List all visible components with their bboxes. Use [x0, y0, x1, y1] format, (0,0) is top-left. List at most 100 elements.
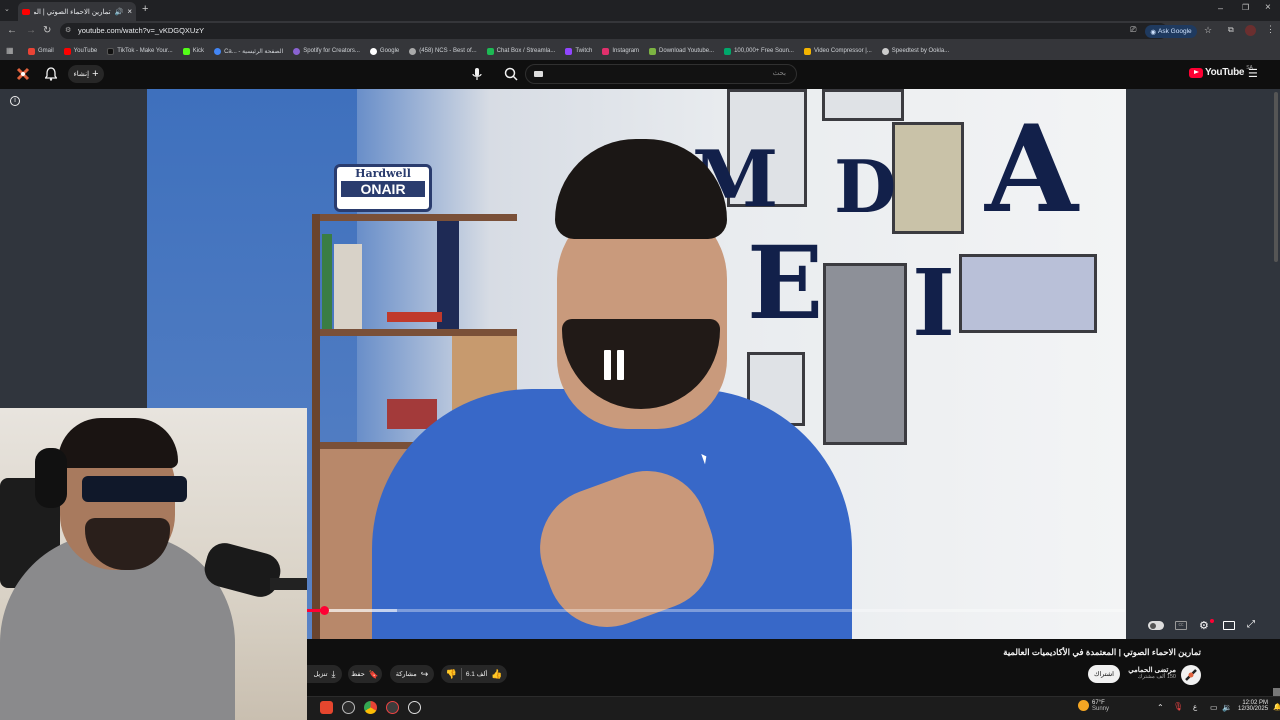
tab-search-icon[interactable]: ⌄ [4, 5, 10, 13]
subscribe-label: اشتراك [1094, 671, 1114, 678]
site-info-icon[interactable]: ⚙ [65, 23, 71, 39]
youtube-logo-text: YouTube [1205, 67, 1245, 78]
browser-tab-strip: ⌄ تمارين الاحماء الصوتي | المعـ 🔊 × + – … [0, 0, 1280, 21]
channel-avatar[interactable] [1181, 665, 1201, 685]
reload-icon[interactable]: ↻ [43, 25, 51, 36]
page-scrollbar-thumb[interactable] [1274, 92, 1278, 262]
extensions-icon[interactable]: ⧉ [1228, 25, 1234, 35]
guide-menu-icon[interactable]: ☰ [1248, 67, 1258, 80]
bookmark-item[interactable]: (458) NCS - Best of... [409, 47, 477, 55]
minimize-icon[interactable]: – [1218, 3, 1223, 13]
tab-close-icon[interactable]: × [127, 7, 132, 16]
mic-arm [270, 578, 307, 590]
window-close-icon[interactable]: × [1265, 2, 1271, 13]
recording-app-icon[interactable] [386, 701, 399, 714]
brave-icon[interactable] [320, 701, 333, 714]
bookmark-item[interactable]: Chat Box / Streamla... [486, 47, 555, 55]
subtitles-icon[interactable]: cc [1175, 621, 1187, 630]
weather-desc: Sunny [1092, 706, 1110, 712]
url-text: youtube.com/watch?v=_vKDGQXUzY [78, 26, 205, 35]
forward-icon[interactable]: → [26, 25, 36, 36]
bookmark-item[interactable]: Video Compressor |... [803, 47, 872, 55]
bookmark-star-icon[interactable]: ☆ [1204, 25, 1212, 36]
dislike-button[interactable]: 👎 [446, 669, 457, 680]
wall-frame-top [822, 89, 904, 121]
bookmark-item[interactable]: Spotify for Creators... [293, 47, 360, 55]
bookmark-favicon-icon [214, 47, 222, 55]
profile-avatar[interactable] [1245, 25, 1256, 36]
download-button[interactable]: تنزيل ⤓ [307, 665, 342, 683]
theater-mode-icon[interactable] [1223, 621, 1235, 630]
bookmark-label: (458) NCS - Best of... [419, 48, 477, 54]
share-button[interactable]: مشاركة ↪ [390, 665, 434, 683]
restore-icon[interactable]: ❐ [1242, 3, 1249, 12]
bookmark-item[interactable]: Ca... - الصفحة الرئيسية [214, 47, 283, 55]
cast-icon[interactable]: ⎚ [1130, 25, 1136, 35]
bookmark-favicon-icon [649, 47, 657, 55]
bookmark-item[interactable]: YouTube [63, 47, 98, 55]
apps-grid-icon[interactable]: ▦ [6, 46, 14, 55]
bookmark-item[interactable]: Download Youtube... [649, 47, 714, 55]
clock-date: 12/30/2025 [1238, 706, 1269, 712]
mic-tray-icon[interactable]: 🎙 [1173, 702, 1183, 711]
tab-active[interactable]: تمارين الاحماء الصوتي | المعـ 🔊 × [18, 2, 136, 21]
weather-sun-icon[interactable] [1078, 700, 1089, 711]
notifications-bell-icon[interactable] [45, 67, 57, 81]
keyboard-icon[interactable] [534, 71, 543, 77]
hd-badge [1210, 619, 1214, 623]
search-input[interactable]: بحث [525, 64, 797, 84]
bookmark-item[interactable]: Twitch [565, 47, 592, 55]
tray-chevron-icon[interactable]: ⌃ [1157, 703, 1164, 712]
autoplay-toggle[interactable] [1148, 621, 1164, 630]
bookmark-label: Video Compressor |... [813, 48, 872, 54]
chrome-icon[interactable] [364, 701, 377, 714]
share-label: مشاركة [395, 671, 417, 678]
bookmark-item[interactable]: Gmail [28, 47, 54, 55]
ask-google-button[interactable]: ◉ Ask Google [1145, 25, 1197, 38]
bookmark-label: Gmail [38, 48, 54, 54]
bookmark-item[interactable]: Google [369, 47, 399, 55]
scrubber-handle[interactable] [320, 606, 329, 615]
bookmark-label: YouTube [73, 48, 98, 54]
scrollbar-arrow[interactable] [1273, 688, 1280, 696]
bookmark-label: Kick [192, 48, 205, 54]
bookmark-favicon-icon [28, 47, 35, 55]
channel-name[interactable]: مرتضى الحمامي [1120, 666, 1176, 674]
youtube-logo[interactable]: YouTube SA [1189, 65, 1253, 78]
create-button[interactable]: إنشاء + [68, 65, 104, 83]
audio-icon[interactable]: 🔊 [115, 8, 124, 16]
like-button[interactable]: 👍 [491, 669, 502, 680]
bookmark-item[interactable]: Kick [182, 47, 205, 55]
volume-icon[interactable]: 🔉 [1222, 703, 1232, 712]
youtube-play-logo-icon [1189, 67, 1203, 78]
search-button[interactable] [502, 66, 520, 82]
back-icon[interactable]: ← [7, 25, 17, 36]
info-icon[interactable]: i [10, 96, 20, 106]
headset-app-icon[interactable] [342, 701, 355, 714]
bookmark-item[interactable]: TikTok - Make Your... [107, 47, 173, 55]
bookmark-item[interactable]: Speedtest by Ookla... [881, 47, 949, 55]
progress-bar[interactable] [307, 606, 1125, 615]
bookmark-item[interactable]: Instagram [602, 47, 639, 55]
browser-menu-icon[interactable]: ⋮ [1266, 24, 1275, 35]
bookmark-item[interactable]: 100,000+ Free Soun... [724, 47, 794, 55]
network-icon[interactable]: ▭ [1210, 703, 1218, 712]
channel-logo-icon[interactable] [16, 67, 30, 81]
input-language[interactable]: ع [1193, 703, 1197, 711]
fullscreen-icon[interactable]: ⤢ [1247, 619, 1255, 630]
channel-info: مرتضى الحمامي 150 ألف مشترك [1120, 666, 1176, 680]
subscribe-button[interactable]: اشتراك [1088, 665, 1120, 683]
bookmark-favicon-icon [486, 47, 494, 55]
address-bar[interactable]: ⚙ youtube.com/watch?v=_vKDGQXUzY [60, 23, 1168, 39]
voice-search-mic-icon[interactable] [471, 67, 483, 81]
bookmark-favicon-icon [409, 47, 417, 55]
bookmark-label: Spotify for Creators... [303, 48, 360, 54]
clock[interactable]: 12:02 PM 12/30/2025 [1238, 700, 1268, 712]
media-player-icon[interactable] [408, 701, 421, 714]
bookmark-favicon-icon [369, 47, 377, 55]
notifications-icon[interactable]: 🔔 [1273, 703, 1280, 711]
new-tab-icon[interactable]: + [142, 3, 148, 15]
weather-widget[interactable]: 67°F Sunny [1092, 700, 1109, 712]
settings-gear-icon[interactable]: ⚙ [1199, 619, 1209, 632]
save-button[interactable]: حفظ 🔖 [348, 665, 382, 683]
